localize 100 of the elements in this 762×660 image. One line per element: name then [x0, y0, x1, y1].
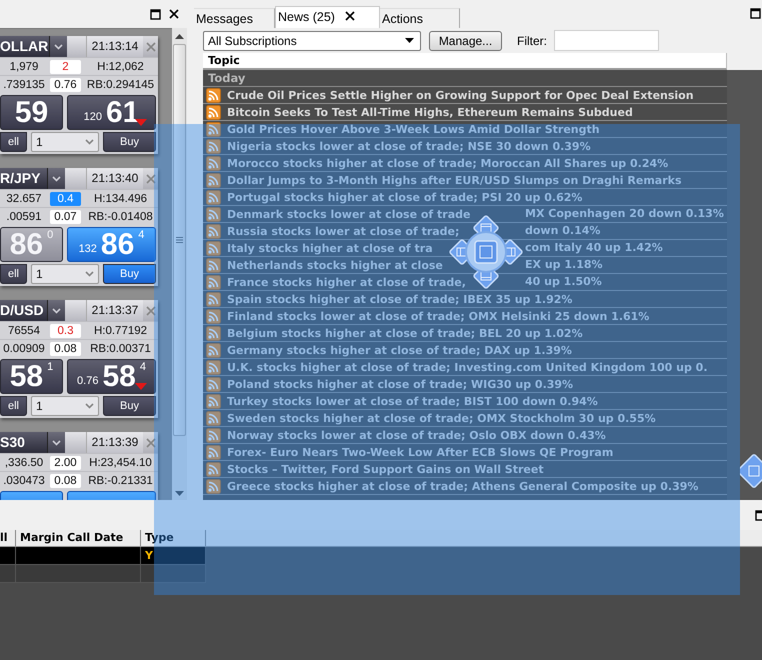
- sell-button[interactable]: ell: [0, 132, 27, 152]
- dropdown-arrow-icon[interactable]: [405, 38, 414, 43]
- news-headline[interactable]: Netherlands stocks higher at close: [227, 258, 443, 272]
- spread-badge: 2.00: [50, 456, 81, 470]
- swap-badge: 0.76: [50, 78, 81, 92]
- news-headline[interactable]: Turkey stocks lower at close of trade; BIST 100 down 0.94%: [227, 394, 598, 408]
- buy-price-button[interactable]: 120 61: [67, 95, 156, 130]
- dropdown-icon[interactable]: [54, 44, 64, 50]
- sell-button[interactable]: ell: [0, 264, 27, 284]
- tab[interactable]: Actions: [380, 8, 460, 28]
- rss-icon: [206, 156, 221, 170]
- scroll-up-icon[interactable]: [175, 34, 184, 39]
- sell-button[interactable]: ell: [0, 396, 27, 416]
- news-headline[interactable]: Sweden stocks higher at close of trade; OMX Stockholm 30 up 0.55%: [227, 412, 656, 424]
- news-headline[interactable]: Nigeria stocks lower at close of trade; NSE 30 down 0.39%: [227, 140, 591, 152]
- buy-button[interactable]: Buy: [103, 132, 156, 152]
- table-row[interactable]: Y: [0, 547, 206, 565]
- news-headline[interactable]: Forex- Euro Nears Two-Week Low After ECB Slows QE Program: [227, 446, 614, 458]
- instrument-name: D/USD: [0, 300, 47, 321]
- news-headline[interactable]: com Italy 40 up 1.42%: [525, 241, 663, 254]
- dropdown-icon[interactable]: [52, 308, 61, 314]
- news-headline[interactable]: Greece stocks higher at close of trade; Athens General Composite up 0.39%: [227, 480, 698, 492]
- maximize-icon[interactable]: [750, 8, 761, 19]
- manage-button[interactable]: Manage...: [429, 30, 502, 50]
- rss-icon: [206, 206, 221, 222]
- news-headline[interactable]: Gold Prices Hover Above 3-Week Lows Amid Dollar Strength: [227, 122, 600, 136]
- high-value: H:12,062: [96, 60, 145, 72]
- news-headline[interactable]: Russia stocks lower at close of trade;: [227, 224, 460, 238]
- news-headline[interactable]: Belgium stocks higher at close of trade; BEL 20 up 1.02%: [227, 326, 583, 340]
- rss-icon: [206, 292, 221, 306]
- spread-badge: 0.4: [50, 192, 81, 206]
- news-headline[interactable]: Poland stocks higher at close of trade; WIG30 up 0.39%: [227, 378, 574, 390]
- news-headline[interactable]: Italy stocks higher at close of tra: [227, 242, 433, 254]
- instrument-name: OLLAR: [0, 36, 50, 57]
- subscription-select[interactable]: All Subscriptions: [203, 30, 421, 50]
- news-headline[interactable]: Germany stocks higher at close of trade; DAX up 1.39%: [227, 344, 572, 356]
- column-header[interactable]: Topic: [203, 53, 727, 70]
- news-headline[interactable]: Finland stocks lower at close of trade; OMX Helsinki 25 down 1.61%: [227, 310, 650, 322]
- rss-icon: [206, 478, 221, 494]
- news-headline[interactable]: France stocks higher at close of trade,: [227, 276, 466, 288]
- news-headline[interactable]: 40 up 1.50%: [525, 275, 602, 288]
- rollover-value: RB:-0.21331: [87, 474, 154, 486]
- rss-icon: [206, 88, 221, 102]
- quantity-field[interactable]: 1: [31, 132, 99, 152]
- news-headline[interactable]: Crude Oil Prices Settle Higher on Growing Support for Opec Deal Extension: [227, 88, 694, 102]
- column-header[interactable]: ll: [0, 530, 16, 546]
- rss-icon: [206, 308, 221, 324]
- news-headline[interactable]: MX Copenhagen 20 down 0.13%: [525, 207, 724, 220]
- news-headline[interactable]: Stocks – Twitter, Ford Support Gains on Wall Street: [227, 462, 544, 476]
- high-value: H:23,454.10: [88, 456, 153, 468]
- rss-icon: [206, 462, 221, 476]
- scroll-down-icon[interactable]: [175, 491, 184, 496]
- news-headline[interactable]: U.K. stocks higher at close of trade; Investing.com United Kingdom 100 up 0.: [227, 360, 708, 374]
- swap-badge: 0.08: [50, 474, 81, 488]
- news-headline[interactable]: Norway stocks lower at close of trade; Oslo OBX down 0.43%: [227, 428, 606, 442]
- filter-label: Filter:: [517, 34, 547, 48]
- instrument-name: S30: [0, 432, 47, 453]
- sell-price-button[interactable]: 59: [0, 95, 63, 130]
- swap-badge: 0.08: [50, 342, 81, 356]
- news-headline[interactable]: Denmark stocks lower at close of trade: [227, 208, 470, 220]
- buy-button[interactable]: Buy: [103, 396, 156, 416]
- rss-icon: [206, 428, 221, 442]
- dropdown-icon[interactable]: [85, 139, 94, 145]
- close-icon[interactable]: [169, 9, 179, 19]
- dropdown-icon[interactable]: [85, 403, 94, 409]
- quantity-field[interactable]: 1: [31, 396, 99, 416]
- rss-icon: [206, 258, 221, 272]
- news-headline[interactable]: Portugal stocks higher at close of trade; PSI 20 up 0.62%: [227, 190, 582, 204]
- low-value: ,336.50: [4, 456, 44, 468]
- news-headline[interactable]: EX up 1.18%: [525, 258, 603, 271]
- scrollbar-thumb[interactable]: [173, 44, 186, 436]
- rss-icon: [206, 394, 221, 408]
- news-headline[interactable]: Morocco stocks higher at close of trade; Moroccan All Shares up 0.24%: [227, 156, 668, 170]
- quote-time: 21:13:40: [86, 168, 143, 189]
- news-headline[interactable]: Dollar Jumps to 3-Month Highs after EUR/USD Slumps on Draghi Remarks: [227, 174, 682, 186]
- tab[interactable]: News (25): [275, 6, 380, 28]
- column-header[interactable]: Margin Call Date: [16, 530, 141, 546]
- quantity-field[interactable]: 1: [31, 264, 99, 284]
- dropdown-icon[interactable]: [85, 271, 94, 277]
- swap-badge: 0.07: [50, 210, 81, 224]
- rss-icon: [206, 360, 221, 374]
- filter-field[interactable]: [554, 30, 659, 51]
- close-icon[interactable]: [344, 11, 355, 21]
- news-headline[interactable]: Bitcoin Seeks To Test All-Time Highs, Ethereum Remains Subdued: [227, 106, 633, 118]
- maximize-icon[interactable]: [150, 8, 161, 20]
- price-down-icon: [135, 383, 147, 390]
- quote-time: 21:13:14: [86, 36, 143, 57]
- news-headline[interactable]: Spain stocks higher at close of trade; IBEX 35 up 1.92%: [227, 292, 572, 306]
- rss-icon: [206, 444, 221, 460]
- high-value: H:0.77192: [92, 324, 148, 336]
- low-value: 76554: [7, 324, 41, 336]
- news-headline[interactable]: down 0.14%: [525, 224, 600, 237]
- spread-badge: 0.3: [50, 324, 81, 338]
- buy-button[interactable]: Buy: [103, 264, 156, 284]
- swap-value: 0.00909: [2, 342, 46, 354]
- dropdown-icon[interactable]: [52, 440, 61, 446]
- instrument-name: R/JPY: [0, 168, 47, 189]
- dropdown-icon[interactable]: [52, 176, 61, 182]
- rss-icon: [206, 190, 221, 204]
- rss-icon: [206, 376, 221, 392]
